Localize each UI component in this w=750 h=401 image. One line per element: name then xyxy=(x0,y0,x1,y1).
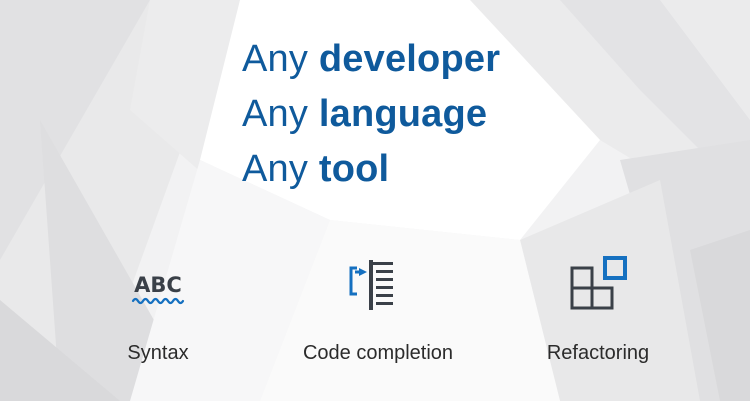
feature-refactoring: Refactoring xyxy=(488,256,708,365)
abc-squiggle-icon: ABC xyxy=(131,273,185,305)
code-completion-icon xyxy=(349,260,393,310)
feature-syntax-label: Syntax xyxy=(127,342,189,364)
refactoring-grid-icon xyxy=(570,256,627,310)
headline-line-tool: Any tool xyxy=(242,148,390,190)
feature-code-completion: Code completion xyxy=(268,256,488,365)
feature-refactoring-label: Refactoring xyxy=(546,342,650,364)
headline: Any developer Any language Any tool xyxy=(242,32,500,197)
headline-line-developer: Any developer xyxy=(242,38,501,80)
abc-icon-text: ABC xyxy=(134,273,182,297)
feature-syntax: ABC Syntax xyxy=(48,256,268,365)
headline-line-language: Any language xyxy=(242,93,488,135)
feature-code-completion-label: Code completion xyxy=(302,342,454,364)
